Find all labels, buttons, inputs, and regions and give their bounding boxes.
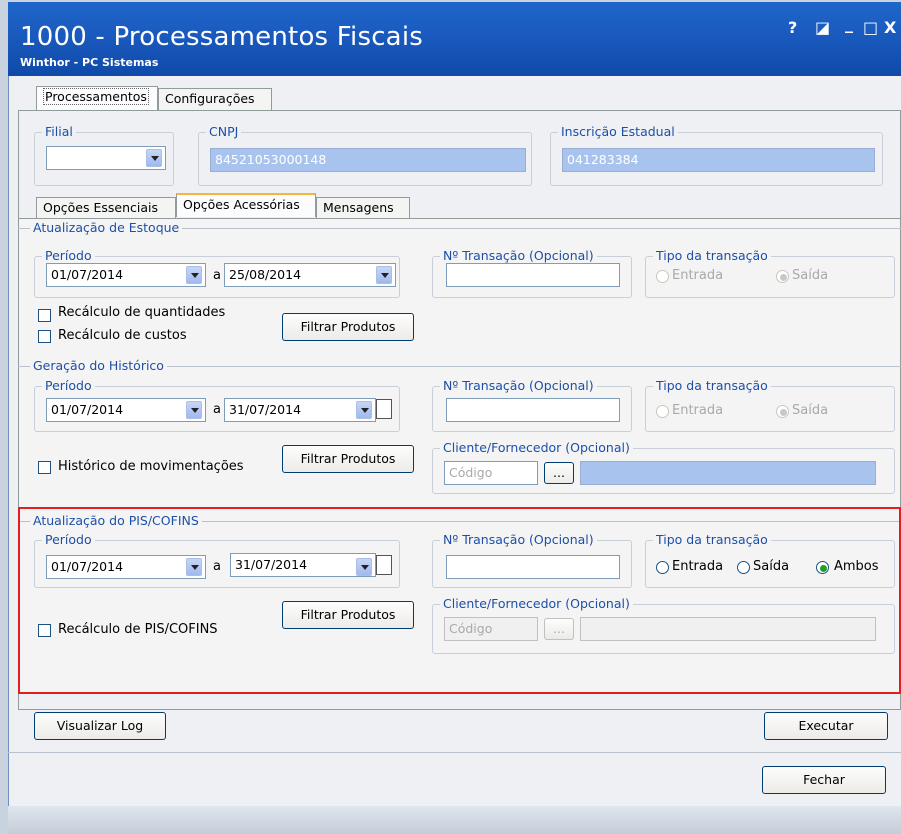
historico-section-title: Geração do Histórico <box>30 358 167 373</box>
calendar-icon[interactable] <box>376 399 392 419</box>
tab-configuracoes[interactable]: Configurações <box>158 88 272 110</box>
periodo-label: Período <box>42 248 95 263</box>
restore-icon[interactable]: ◪ <box>815 18 830 37</box>
periodo-label: Período <box>42 378 95 393</box>
chevron-down-icon[interactable] <box>376 266 392 284</box>
piscofins-checkbox[interactable] <box>38 624 51 637</box>
historico-cliente-name <box>580 461 876 485</box>
cnpj-label: CNPJ <box>206 124 242 139</box>
recalc-custos-label: Recálculo de custos <box>58 328 187 343</box>
tab-label: Processamentos <box>43 88 149 105</box>
ie-label: Inscrição Estadual <box>558 124 678 139</box>
chevron-down-icon[interactable] <box>356 401 372 419</box>
chevron-down-icon[interactable] <box>186 401 202 419</box>
visualizar-log-button[interactable]: Visualizar Log <box>34 712 166 740</box>
estoque-ntrans-input[interactable] <box>446 263 620 287</box>
entrada-label: Entrada <box>672 268 724 283</box>
saida-label: Saída <box>753 559 790 574</box>
piscofins-cliente-name <box>580 617 876 641</box>
cnpj-field: 84521053000148 <box>210 148 526 172</box>
ntrans-label: Nº Transação (Opcional) <box>440 532 597 547</box>
historico-checkbox[interactable] <box>38 461 51 474</box>
historico-saida-radio[interactable] <box>776 405 789 418</box>
historico-ellipsis-button[interactable]: ... <box>544 462 574 484</box>
chevron-down-icon[interactable] <box>186 558 202 576</box>
radio-dot <box>820 565 827 572</box>
piscofins-ambos-radio[interactable] <box>816 561 829 574</box>
radio-dot <box>780 274 787 281</box>
tab-mensagens[interactable]: Mensagens <box>316 197 410 219</box>
maximize-button[interactable]: □ <box>863 18 878 37</box>
periodo-label: Período <box>42 532 95 547</box>
executar-button[interactable]: Executar <box>764 712 888 740</box>
piscofins-label: Recálculo de PIS/COFINS <box>58 622 218 637</box>
date-separator: a <box>213 268 221 283</box>
tab-processamentos[interactable]: Processamentos <box>36 86 158 110</box>
status-bar <box>8 806 901 834</box>
saida-label: Saída <box>792 268 829 283</box>
piscofins-section-title: Atualização do PIS/COFINS <box>30 513 202 528</box>
ie-field: 041283384 <box>562 148 875 172</box>
piscofins-ntrans-input[interactable] <box>446 555 620 579</box>
piscofins-codigo-input[interactable]: Código <box>444 617 538 641</box>
ntrans-label: Nº Transação (Opcional) <box>440 378 597 393</box>
tab-opcoes-acessorias[interactable]: Opções Acessórias <box>176 193 316 217</box>
date-separator: a <box>213 559 221 574</box>
historico-entrada-radio[interactable] <box>656 405 669 418</box>
recalc-qtd-checkbox[interactable] <box>38 309 51 322</box>
estoque-date-to[interactable]: 25/08/2014 <box>224 263 396 287</box>
date-separator: a <box>213 402 221 417</box>
chevron-down-icon[interactable] <box>186 266 202 284</box>
piscofins-ellipsis-button[interactable]: ... <box>544 618 574 640</box>
divider <box>8 752 901 753</box>
piscofins-filtrar-button[interactable]: Filtrar Produtos <box>282 601 414 629</box>
historico-filtrar-button[interactable]: Filtrar Produtos <box>282 445 414 473</box>
close-button[interactable]: X <box>884 18 896 37</box>
calendar-icon[interactable] <box>376 555 392 575</box>
historico-date-from[interactable]: 01/07/2014 <box>46 398 206 422</box>
historico-label: Histórico de movimentações <box>58 459 244 474</box>
piscofins-date-to[interactable]: 31/07/2014 <box>230 553 376 577</box>
ambos-label: Ambos <box>834 559 879 574</box>
minimize-button[interactable]: _ <box>845 14 853 33</box>
tipo-label: Tipo da transação <box>653 378 771 393</box>
tab-label: Opções Essenciais <box>43 200 158 215</box>
piscofins-saida-radio[interactable] <box>737 561 750 574</box>
chevron-down-icon[interactable] <box>146 149 162 167</box>
estoque-filtrar-button[interactable]: Filtrar Produtos <box>282 313 414 341</box>
entrada-label: Entrada <box>672 403 724 418</box>
window-subtitle: Winthor - PC Sistemas <box>20 56 159 69</box>
tab-label: Opções Acessórias <box>183 197 300 212</box>
tab-label: Configurações <box>165 91 255 106</box>
piscofins-entrada-radio[interactable] <box>656 561 669 574</box>
radio-dot <box>780 409 787 416</box>
tipo-label: Tipo da transação <box>653 248 771 263</box>
historico-ntrans-input[interactable] <box>446 398 620 422</box>
window-title: 1000 - Processamentos Fiscais <box>20 22 423 52</box>
saida-label: Saída <box>792 403 829 418</box>
tab-label: Mensagens <box>323 200 394 215</box>
historico-date-to[interactable]: 31/07/2014 <box>224 398 376 422</box>
entrada-label: Entrada <box>672 559 724 574</box>
recalc-qtd-label: Recálculo de quantidades <box>58 305 226 320</box>
chevron-down-icon[interactable] <box>356 558 372 576</box>
tab-opcoes-essenciais[interactable]: Opções Essenciais <box>36 197 176 219</box>
ntrans-label: Nº Transação (Opcional) <box>440 248 597 263</box>
estoque-entrada-radio[interactable] <box>656 270 669 283</box>
recalc-custos-checkbox[interactable] <box>38 330 51 343</box>
historico-codigo-input[interactable]: Código <box>444 461 538 485</box>
cliente-label: Cliente/Fornecedor (Opcional) <box>440 440 633 455</box>
tipo-label: Tipo da transação <box>653 532 771 547</box>
estoque-saida-radio[interactable] <box>776 270 789 283</box>
filial-label: Filial <box>42 124 76 139</box>
estoque-date-from[interactable]: 01/07/2014 <box>46 263 206 287</box>
help-button[interactable]: ? <box>788 18 797 37</box>
cliente-label: Cliente/Fornecedor (Opcional) <box>440 596 633 611</box>
estoque-section-title: Atualização de Estoque <box>30 220 183 235</box>
fechar-button[interactable]: Fechar <box>762 766 886 794</box>
piscofins-date-from[interactable]: 01/07/2014 <box>46 555 206 579</box>
